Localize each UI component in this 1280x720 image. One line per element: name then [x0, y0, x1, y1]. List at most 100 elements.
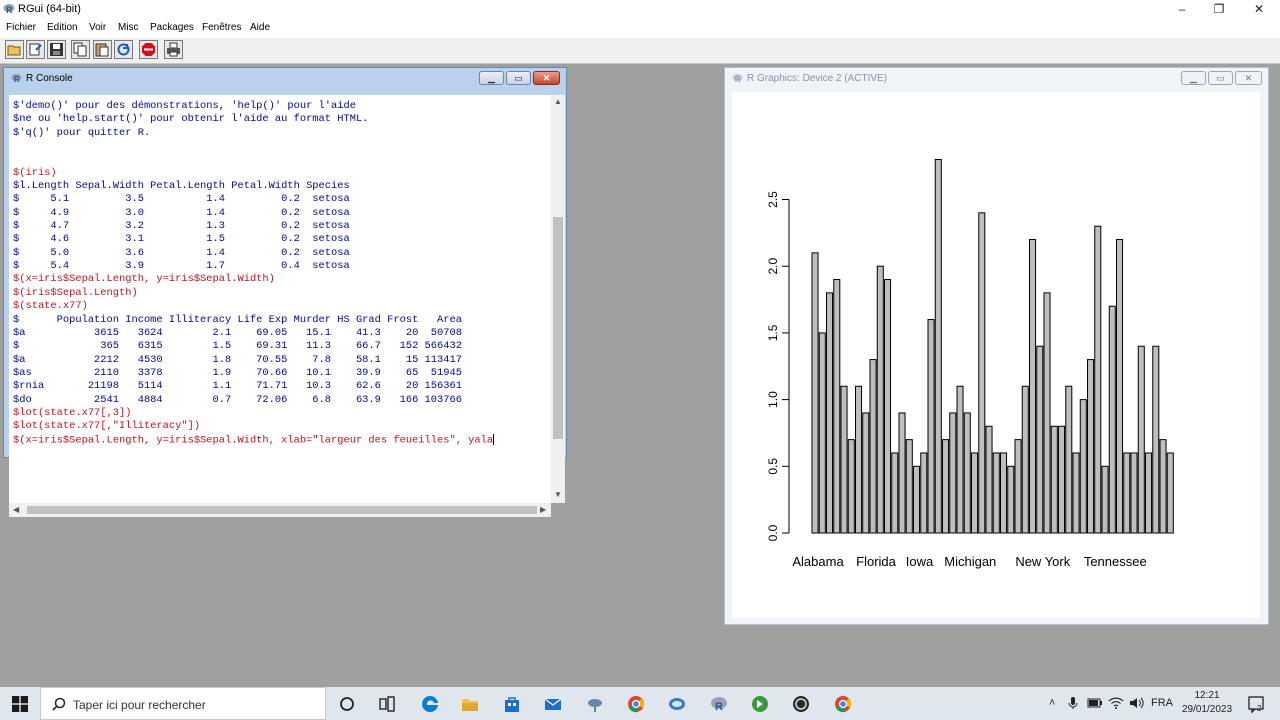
load-workspace-icon: [29, 43, 42, 56]
cortana-icon[interactable]: [337, 694, 357, 714]
scroll-thumb[interactable]: [553, 217, 563, 439]
bar: [1043, 292, 1051, 534]
microphone-icon[interactable]: [1066, 696, 1080, 710]
bar: [934, 158, 942, 534]
chrome-icon[interactable]: [626, 694, 646, 714]
console-output-line: $l.Length Sepal.Width Petal.Length Petal…: [13, 180, 350, 193]
stop-icon: [142, 43, 155, 56]
wifi-icon[interactable]: [1108, 696, 1124, 710]
bar: [876, 265, 884, 534]
bar: [1036, 345, 1044, 534]
app-icon[interactable]: [585, 694, 605, 714]
console-titlebar[interactable]: R R Console ▁ ▭ ✕: [4, 68, 566, 90]
bar: [1058, 425, 1066, 534]
scroll-right-icon[interactable]: ▶: [540, 505, 546, 514]
console-close-button[interactable]: ✕: [533, 71, 560, 85]
svg-text:R: R: [735, 75, 741, 84]
scroll-down-icon[interactable]: ▼: [554, 490, 562, 499]
app-icon[interactable]: [750, 694, 770, 714]
bar: [1130, 452, 1138, 534]
console-command-line: $(x=iris$Sepal.Length, y=iris$Sepal.Widt…: [13, 433, 495, 446]
menu-edition[interactable]: Edition: [47, 22, 78, 33]
obs-icon[interactable]: [791, 694, 811, 714]
chevron-up-icon[interactable]: ˄: [1049, 697, 1055, 709]
language-indicator[interactable]: FRA: [1151, 697, 1173, 709]
menu-packages[interactable]: Packages: [150, 22, 194, 33]
notifications-icon[interactable]: 2: [1246, 694, 1266, 714]
copy-paste-button[interactable]: [114, 40, 133, 59]
print-button[interactable]: [164, 40, 183, 59]
open-script-button[interactable]: [5, 40, 24, 59]
svg-text:R: R: [6, 5, 13, 15]
toolbar: [0, 38, 1280, 64]
menu-aide[interactable]: Aide: [250, 22, 270, 33]
bar: [942, 439, 950, 534]
copy-button[interactable]: [71, 40, 90, 59]
menu-fenetres[interactable]: Fenêtres: [202, 22, 241, 33]
r-icon[interactable]: R: [709, 694, 729, 714]
store-icon[interactable]: [502, 694, 522, 714]
file-explorer-icon[interactable]: [460, 694, 480, 714]
battery-icon[interactable]: [1087, 696, 1103, 710]
x-tick-label: Florida: [856, 554, 897, 569]
bar: [891, 452, 899, 534]
bar: [905, 439, 913, 534]
graphics-minimize-button[interactable]: ▁: [1181, 71, 1206, 85]
bar: [1166, 452, 1174, 534]
r-logo-icon: R: [3, 4, 15, 15]
graphics-close-button[interactable]: ✕: [1235, 71, 1262, 85]
edge-icon[interactable]: [420, 694, 440, 714]
x-tick-label: Michigan: [944, 554, 996, 569]
clock[interactable]: 12:21 29/01/2023: [1176, 689, 1238, 717]
close-button[interactable]: ✕: [1239, 0, 1279, 19]
scroll-left-icon[interactable]: ◀: [13, 505, 19, 514]
graphics-maximize-button[interactable]: ▭: [1208, 71, 1233, 85]
console-output-line: $ 5.4 3.9 1.7 0.4 setosa: [13, 260, 350, 273]
console-output-line: $'demo()' pour des démonstrations, 'help…: [13, 100, 356, 112]
console-output-line: $ 4.7 3.2 1.3 0.2 setosa: [13, 220, 350, 233]
console-output-line: $ 5.1 3.5 1.4 0.2 setosa: [13, 193, 350, 206]
start-button[interactable]: [0, 687, 40, 720]
menu-voir[interactable]: Voir: [89, 22, 106, 33]
maximize-button[interactable]: ❐: [1199, 0, 1239, 19]
taskbar-search[interactable]: Taper ici pour rechercher: [40, 687, 326, 720]
menu-misc[interactable]: Misc: [118, 22, 139, 33]
console-command-line: $lot(state.x77[,"Illiteracy"]): [13, 420, 201, 433]
scroll-up-icon[interactable]: ▲: [554, 97, 562, 106]
console-output-line: $ 4.9 3.0 1.4 0.2 setosa: [13, 206, 350, 219]
volume-icon[interactable]: [1129, 696, 1145, 710]
load-workspace-button[interactable]: [26, 40, 45, 59]
stop-button[interactable]: [139, 40, 158, 59]
app-icon[interactable]: [667, 694, 687, 714]
bar: [869, 359, 877, 534]
mail-icon[interactable]: [543, 694, 563, 714]
console-horizontal-scrollbar[interactable]: ◀ ▶: [9, 503, 551, 517]
console-vertical-scrollbar[interactable]: ▲ ▼: [551, 95, 565, 503]
x-tick-label: Tennessee: [1084, 554, 1147, 569]
graphics-titlebar[interactable]: R R Graphics: Device 2 (ACTIVE) ▁ ▭ ✕: [725, 68, 1268, 90]
console-maximize-button[interactable]: ▭: [506, 71, 531, 85]
minimize-button[interactable]: –: [1162, 0, 1202, 19]
svg-text:2: 2: [1257, 704, 1262, 713]
bar: [1159, 439, 1167, 534]
bar: [971, 452, 979, 534]
console-output[interactable]: $'demo()' pour des démonstrations, 'help…: [9, 95, 551, 505]
app-title: RGui (64-bit): [18, 3, 81, 15]
menu-fichier[interactable]: Fichier: [6, 22, 36, 33]
chrome-icon[interactable]: [833, 694, 853, 714]
bar: [963, 412, 971, 534]
save-button[interactable]: [47, 40, 66, 59]
console-minimize-button[interactable]: ▁: [479, 71, 504, 85]
bar: [949, 412, 957, 534]
console-command-line: $(iris$Sepal.Length): [13, 286, 138, 299]
paste-button[interactable]: [93, 40, 112, 59]
plot-area: 0.0 0.5 1.0 1.5 2.0 2.5 Alabama Florida Iowa Mich…: [732, 92, 1260, 618]
console-command-line: $(x=iris$Sepal.Length, y=iris$Sepal.Widt…: [13, 273, 275, 286]
svg-text:R: R: [715, 701, 723, 713]
bar: [884, 279, 892, 534]
task-view-icon[interactable]: [377, 694, 397, 714]
console-command-line: $lot(state.x77[,3]): [13, 406, 132, 419]
scroll-thumb[interactable]: [27, 506, 537, 514]
bar: [898, 412, 906, 534]
console-output-line: $ne ou 'help.start()' pour obtenir l'aid…: [13, 113, 369, 126]
